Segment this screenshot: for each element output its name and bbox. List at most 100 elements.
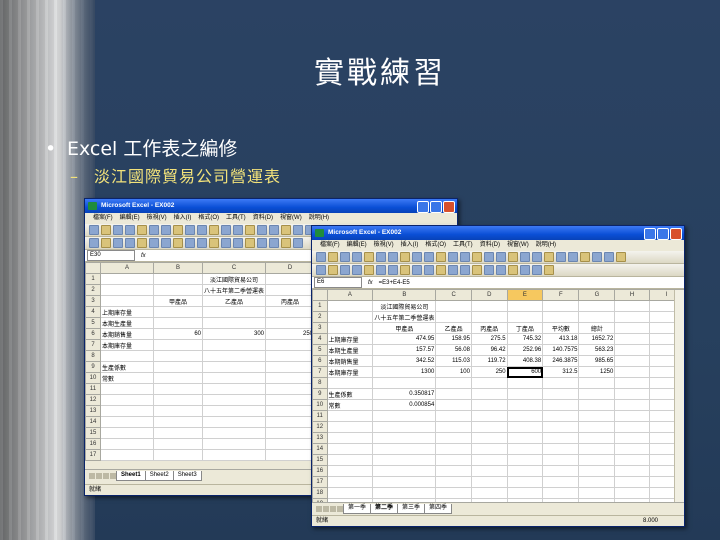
toolbar-button-icon[interactable] xyxy=(616,252,626,262)
menu-item[interactable]: 視窗(W) xyxy=(507,240,529,251)
cell[interactable] xyxy=(153,273,203,285)
cell[interactable] xyxy=(372,377,437,389)
cell[interactable] xyxy=(614,476,650,488)
toolbar-button-icon[interactable] xyxy=(496,265,506,275)
tab-scroll-icon[interactable] xyxy=(323,505,329,512)
cell[interactable] xyxy=(201,427,267,439)
cell[interactable] xyxy=(372,421,437,433)
cell[interactable] xyxy=(326,432,374,444)
cell[interactable] xyxy=(542,443,580,455)
cell[interactable] xyxy=(153,317,203,329)
minimize-icon[interactable] xyxy=(644,228,656,240)
cell[interactable] xyxy=(542,432,580,444)
toolbar-button-icon[interactable] xyxy=(149,238,159,248)
toolbar-button-icon[interactable] xyxy=(496,252,506,262)
row-header[interactable]: 13 xyxy=(85,405,101,417)
cell[interactable]: 413.18 xyxy=(542,333,580,345)
cell[interactable] xyxy=(470,421,508,433)
cell[interactable] xyxy=(153,339,203,351)
toolbar-button-icon[interactable] xyxy=(400,265,410,275)
column-header[interactable]: H xyxy=(614,289,650,301)
toolbar-button-icon[interactable] xyxy=(340,265,350,275)
toolbar-button-icon[interactable] xyxy=(556,252,566,262)
cell[interactable]: 八十五年第二季營運表 xyxy=(201,284,267,296)
toolbar-button-icon[interactable] xyxy=(316,252,326,262)
cell[interactable] xyxy=(614,355,650,367)
menu-item[interactable]: 插入(I) xyxy=(401,240,419,251)
cell[interactable] xyxy=(614,454,650,466)
toolbar-button-icon[interactable] xyxy=(257,225,267,235)
cell[interactable] xyxy=(470,487,508,499)
cell[interactable] xyxy=(614,344,650,356)
cell[interactable] xyxy=(506,476,544,488)
cell[interactable] xyxy=(372,454,437,466)
cell[interactable]: 60 xyxy=(153,328,203,340)
cell[interactable]: 上期庫存量 xyxy=(326,333,374,345)
cell[interactable] xyxy=(265,438,316,450)
cell[interactable] xyxy=(201,317,267,329)
cell[interactable] xyxy=(326,311,374,323)
cell[interactable] xyxy=(506,399,544,411)
cell[interactable]: 0.000854 xyxy=(372,399,437,411)
toolbar-button-icon[interactable] xyxy=(281,225,291,235)
cell[interactable] xyxy=(201,394,267,406)
cell[interactable] xyxy=(614,465,650,477)
toolbar-button-icon[interactable] xyxy=(293,225,303,235)
row-header[interactable]: 7 xyxy=(85,339,101,351)
column-header[interactable]: A xyxy=(326,289,374,301)
cell[interactable]: 342.52 xyxy=(372,355,437,367)
cell[interactable] xyxy=(578,399,616,411)
cell[interactable] xyxy=(435,410,472,422)
formula-input[interactable]: =E3+E4-E5 xyxy=(379,280,410,286)
toolbar-button-icon[interactable] xyxy=(412,252,422,262)
toolbar-button-icon[interactable] xyxy=(604,252,614,262)
cell[interactable]: 上期庫存量 xyxy=(100,306,154,318)
cell[interactable]: 淡江國際貿易公司 xyxy=(201,273,267,285)
toolbar-button-icon[interactable] xyxy=(352,252,362,262)
cell[interactable] xyxy=(265,427,316,439)
cell[interactable] xyxy=(153,416,203,428)
cell[interactable] xyxy=(614,333,650,345)
cell[interactable]: 600 xyxy=(506,366,544,378)
cell[interactable] xyxy=(542,399,580,411)
cell[interactable] xyxy=(506,377,544,389)
cell[interactable] xyxy=(100,438,154,450)
toolbar-button-icon[interactable] xyxy=(472,252,482,262)
cell[interactable]: 563.23 xyxy=(578,344,616,356)
cell[interactable] xyxy=(542,377,580,389)
cell[interactable] xyxy=(100,427,154,439)
cell[interactable] xyxy=(372,465,437,477)
cell[interactable] xyxy=(614,487,650,499)
toolbar-button-icon[interactable] xyxy=(101,225,111,235)
cell[interactable] xyxy=(201,405,267,417)
cell[interactable] xyxy=(265,361,316,373)
row-header[interactable]: 17 xyxy=(85,449,101,461)
cell[interactable]: 總計 xyxy=(578,322,616,334)
cell[interactable]: 1250 xyxy=(578,366,616,378)
toolbar-button-icon[interactable] xyxy=(328,252,338,262)
toolbar-button-icon[interactable] xyxy=(520,252,530,262)
cell[interactable] xyxy=(153,361,203,373)
toolbar-button-icon[interactable] xyxy=(257,238,267,248)
cell[interactable] xyxy=(435,311,472,323)
cell[interactable] xyxy=(614,377,650,389)
cell[interactable] xyxy=(326,421,374,433)
cell[interactable] xyxy=(100,383,154,395)
menu-item[interactable]: 工具(T) xyxy=(453,240,473,251)
cell[interactable]: 甲產品 xyxy=(153,295,203,307)
cell[interactable] xyxy=(470,388,508,400)
row-header[interactable]: 8 xyxy=(85,350,101,362)
column-header[interactable]: B xyxy=(153,262,203,274)
row-header[interactable]: 3 xyxy=(85,295,101,307)
row-header[interactable]: 10 xyxy=(85,372,101,384)
row-header[interactable]: 1 xyxy=(85,273,101,285)
cell[interactable] xyxy=(614,410,650,422)
cell[interactable] xyxy=(265,306,316,318)
cell[interactable] xyxy=(201,350,267,362)
cell[interactable] xyxy=(578,388,616,400)
toolbar-button-icon[interactable] xyxy=(113,238,123,248)
toolbar-button-icon[interactable] xyxy=(472,265,482,275)
cell[interactable] xyxy=(326,454,374,466)
row-header[interactable]: 18 xyxy=(312,487,328,499)
cell[interactable] xyxy=(326,322,374,334)
